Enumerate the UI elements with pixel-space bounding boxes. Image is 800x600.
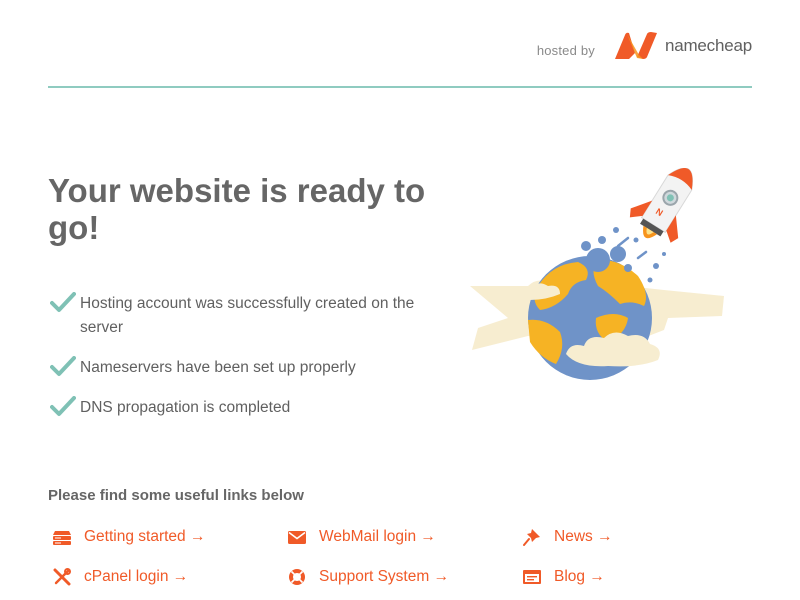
hosted-by-text: hosted by <box>536 43 595 58</box>
link-label: cPanel login → <box>84 568 189 585</box>
checkmark-icon <box>50 396 76 416</box>
pushpin-icon <box>522 528 542 546</box>
link-label: Getting started → <box>84 528 206 545</box>
getting-started-link[interactable]: Getting started → <box>52 525 205 549</box>
useful-links: Getting started → WebMail login → News → <box>48 525 752 595</box>
checkmark-icon <box>50 356 76 376</box>
lifebuoy-icon <box>287 568 307 586</box>
link-label: News → <box>554 528 613 545</box>
page: hosted by namecheap Your website is read… <box>0 0 800 600</box>
check-item-nameservers: Nameservers have been set up properly <box>48 356 428 380</box>
tools-icon <box>52 568 72 586</box>
link-label: Support System → <box>319 568 450 585</box>
check-text: DNS propagation is completed <box>80 399 291 416</box>
check-item-hosting: Hosting account was successfully created… <box>48 292 428 340</box>
browser-window-icon <box>522 568 542 586</box>
rocket-globe-illustration: N <box>470 168 724 380</box>
brand-name: namecheap <box>664 36 752 55</box>
envelope-icon <box>287 528 307 546</box>
link-label: WebMail login → <box>319 528 436 545</box>
links-section-title: Please find some useful links below <box>48 487 304 504</box>
support-system-link[interactable]: Support System → <box>287 565 449 589</box>
server-icon <box>52 528 72 546</box>
namecheap-logo[interactable]: namecheap <box>613 30 752 62</box>
status-checklist: Hosting account was successfully created… <box>48 292 428 420</box>
check-text: Nameservers have been set up properly <box>80 359 356 376</box>
link-label: Blog → <box>554 568 605 585</box>
news-link[interactable]: News → <box>522 525 613 549</box>
header: hosted by namecheap <box>48 0 752 88</box>
blog-link[interactable]: Blog → <box>522 565 605 589</box>
page-title: Your website is ready to go! <box>48 172 426 246</box>
checkmark-icon <box>50 292 76 312</box>
check-item-dns: DNS propagation is completed <box>48 396 428 420</box>
webmail-login-link[interactable]: WebMail login → <box>287 525 436 549</box>
namecheap-logo-icon <box>614 32 657 59</box>
cpanel-login-link[interactable]: cPanel login → <box>52 565 188 589</box>
check-text: Hosting account was successfully created… <box>80 295 415 336</box>
